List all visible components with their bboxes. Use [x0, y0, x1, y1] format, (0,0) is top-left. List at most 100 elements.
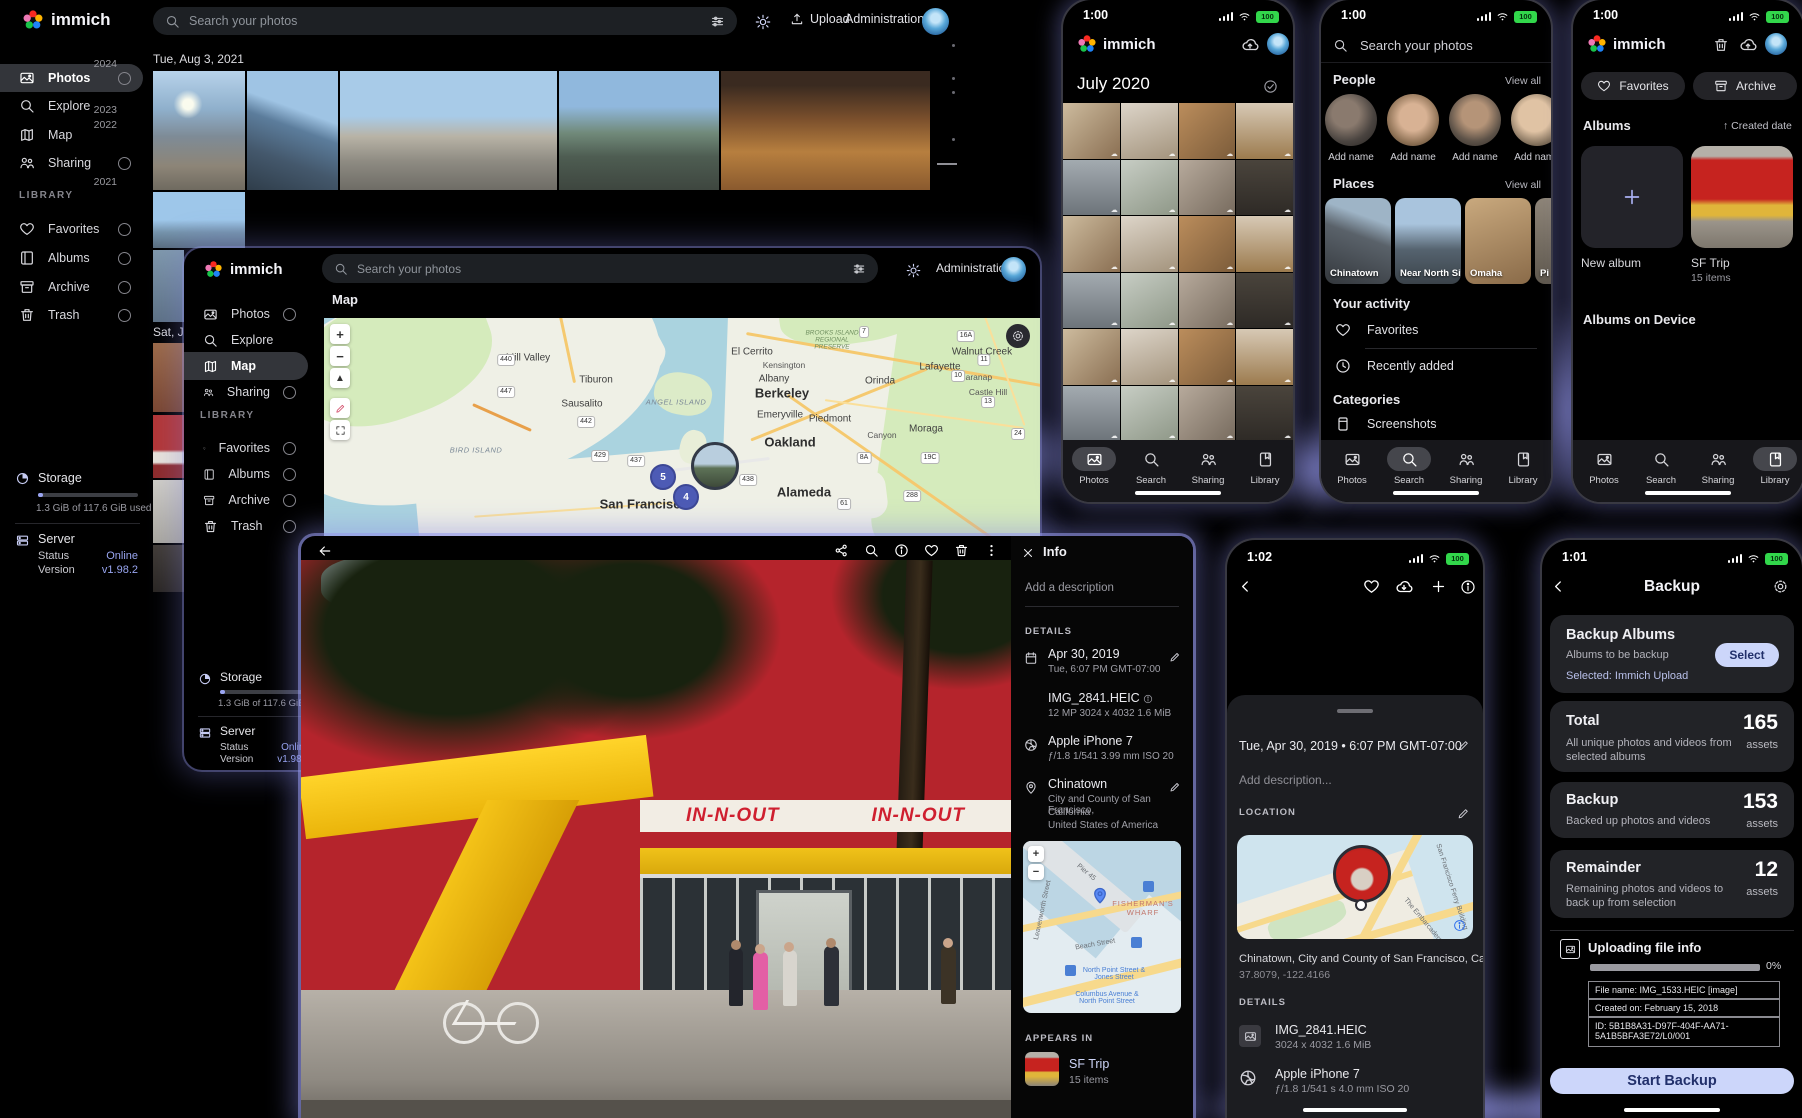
- people-view-all[interactable]: View all: [1505, 75, 1541, 87]
- photo-thumbnail[interactable]: [153, 415, 184, 478]
- photo-thumbnail[interactable]: [1121, 386, 1178, 442]
- home-indicator[interactable]: [1624, 1108, 1720, 1112]
- map-zoom-out-button[interactable]: −: [330, 346, 350, 366]
- photo-thumbnail[interactable]: [1063, 160, 1120, 216]
- attribution-info-icon[interactable]: [1453, 917, 1466, 935]
- person-avatar[interactable]: [1387, 94, 1439, 146]
- photo-thumbnail[interactable]: [1063, 103, 1120, 159]
- archive-button[interactable]: Archive: [1693, 72, 1797, 100]
- home-indicator[interactable]: [1393, 491, 1479, 495]
- location-minimap[interactable]: Pier 45 FISHERMAN'S WHARF Beach Street N…: [1023, 841, 1181, 1013]
- description-input[interactable]: Add a description: [1025, 582, 1114, 594]
- viewer-delete-button[interactable]: [954, 542, 969, 560]
- photo-thumbnail[interactable]: [1236, 386, 1293, 442]
- search-input[interactable]: Search your photos: [1333, 38, 1473, 53]
- home-indicator[interactable]: [1303, 1108, 1407, 1112]
- nav-photos[interactable]: Photos: [1066, 447, 1122, 486]
- edit-date-button[interactable]: [1169, 648, 1181, 666]
- start-backup-button[interactable]: Start Backup: [1550, 1068, 1794, 1094]
- photo-thumbnail[interactable]: [247, 71, 338, 190]
- photo-thumbnail[interactable]: [153, 250, 184, 322]
- map-compass-button[interactable]: ▲: [330, 368, 350, 388]
- photo-thumbnail[interactable]: [1179, 329, 1236, 385]
- places-view-all[interactable]: View all: [1505, 179, 1541, 191]
- search-input[interactable]: Search your photos: [153, 7, 737, 35]
- sidebar-item-archive[interactable]: Archive: [184, 486, 308, 514]
- sidebar-item-sharing[interactable]: Sharing: [184, 378, 308, 406]
- sidebar-item-map[interactable]: Map: [0, 121, 143, 149]
- viewer-more-button[interactable]: [984, 542, 999, 560]
- photo-thumbnail[interactable]: [1179, 216, 1236, 272]
- sidebar-item-explore[interactable]: Explore: [0, 92, 143, 120]
- viewer-favorite-button[interactable]: [924, 542, 939, 560]
- add-button[interactable]: [1430, 578, 1447, 596]
- select-button[interactable]: Select: [1715, 643, 1779, 667]
- user-avatar[interactable]: [1267, 33, 1289, 55]
- favorites-row[interactable]: Favorites: [1335, 322, 1418, 338]
- viewer-share-button[interactable]: [834, 542, 849, 560]
- sidebar-item-trash[interactable]: Trash: [184, 512, 308, 540]
- viewer-back-button[interactable]: [317, 542, 333, 560]
- map-draw-button[interactable]: [330, 398, 350, 418]
- photo-thumbnail[interactable]: [1179, 103, 1236, 159]
- settings-button[interactable]: [1772, 578, 1789, 596]
- nav-sharing[interactable]: Sharing: [1690, 447, 1746, 486]
- sidebar-item-archive[interactable]: Archive: [0, 273, 143, 301]
- recently-added-row[interactable]: Recently added: [1335, 358, 1454, 374]
- album-thumbnail[interactable]: [1025, 1052, 1059, 1086]
- photo-thumbnail[interactable]: [1121, 103, 1178, 159]
- nav-search[interactable]: Search: [1381, 447, 1437, 486]
- photo-thumbnail[interactable]: [1236, 160, 1293, 216]
- sidebar-item-favorites[interactable]: Favorites: [184, 434, 308, 462]
- sidebar-item-sharing[interactable]: Sharing: [0, 149, 143, 177]
- nav-library[interactable]: Library: [1747, 447, 1802, 486]
- photo-thumbnail[interactable]: [340, 71, 557, 190]
- add-name-link[interactable]: Add name: [1325, 152, 1377, 163]
- sidebar-item-albums[interactable]: Albums: [0, 244, 143, 272]
- user-avatar[interactable]: [1765, 33, 1787, 55]
- person-avatar[interactable]: [1449, 94, 1501, 146]
- photo-thumbnail[interactable]: [153, 545, 184, 592]
- map-zoom-in-button[interactable]: +: [330, 324, 350, 344]
- search-filters-icon[interactable]: [852, 262, 866, 276]
- place-card[interactable]: Omaha: [1465, 198, 1531, 284]
- album-card[interactable]: [1691, 146, 1793, 248]
- sync-cloud-button[interactable]: [1739, 36, 1757, 54]
- select-all-button[interactable]: [1263, 78, 1278, 96]
- nav-search[interactable]: Search: [1633, 447, 1689, 486]
- place-card[interactable]: Chinatown: [1325, 198, 1391, 284]
- download-button[interactable]: [1395, 578, 1413, 596]
- trash-button[interactable]: [1713, 36, 1729, 54]
- photo-thumbnail[interactable]: [153, 71, 245, 190]
- home-indicator[interactable]: [1645, 491, 1731, 495]
- album-name[interactable]: SF Trip: [1069, 1057, 1109, 1071]
- albums-sort-button[interactable]: ↑ Created date: [1723, 120, 1792, 132]
- favorites-button[interactable]: Favorites: [1581, 72, 1685, 100]
- edit-location-button[interactable]: [1169, 778, 1181, 796]
- add-name-link[interactable]: Add name: [1449, 152, 1501, 163]
- person-avatar[interactable]: [1325, 94, 1377, 146]
- photo-main[interactable]: IN-N-OUT IN-N-OUT: [301, 560, 1011, 1118]
- sidebar-item-explore[interactable]: Explore: [184, 326, 308, 354]
- info-close-button[interactable]: [1021, 544, 1035, 562]
- search-input[interactable]: Search your photos: [322, 254, 878, 283]
- favorite-button[interactable]: [1363, 578, 1380, 596]
- photo-thumbnail[interactable]: [1063, 273, 1120, 329]
- photo-thumbnail[interactable]: [1121, 329, 1178, 385]
- sidebar-item-photos[interactable]: Photos: [0, 64, 143, 92]
- minimap-zoom-in[interactable]: +: [1028, 846, 1044, 862]
- viewer-info-button[interactable]: [894, 542, 909, 560]
- edit-datetime-button[interactable]: [1457, 737, 1470, 755]
- sidebar-item-favorites[interactable]: Favorites: [0, 215, 143, 243]
- sheet-drag-handle[interactable]: [1337, 709, 1373, 713]
- search-filters-icon[interactable]: [710, 14, 725, 29]
- photo-thumbnail[interactable]: [1179, 160, 1236, 216]
- photo-thumbnail[interactable]: [1121, 216, 1178, 272]
- person-avatar[interactable]: [1511, 94, 1551, 146]
- photo-thumbnail[interactable]: [559, 71, 719, 190]
- photo-thumbnail[interactable]: [1063, 216, 1120, 272]
- sidebar-item-map[interactable]: Map: [184, 352, 308, 380]
- map-settings-button[interactable]: [1006, 324, 1030, 348]
- screenshots-row[interactable]: Screenshots: [1335, 416, 1436, 432]
- user-avatar[interactable]: [1001, 257, 1026, 282]
